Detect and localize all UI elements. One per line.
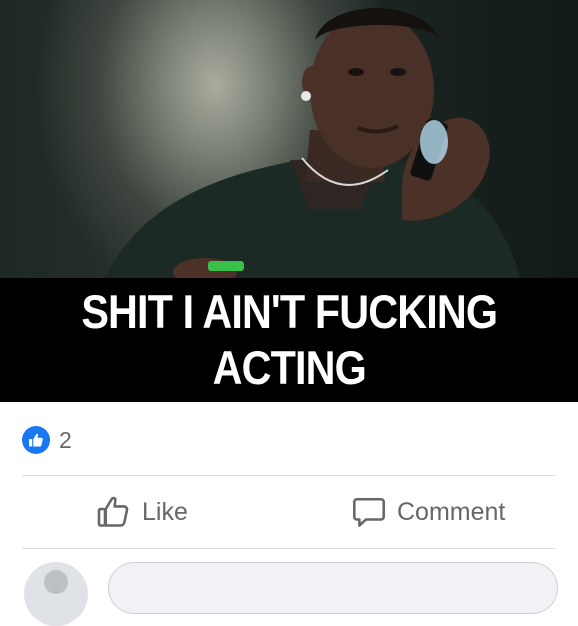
divider [22,548,556,549]
meme-photo[interactable] [0,0,578,278]
reaction-count: 2 [59,426,72,453]
comment-button-label: Comment [397,497,506,526]
comment-input[interactable] [108,562,558,614]
reaction-summary[interactable]: 2 [22,426,72,454]
comment-button[interactable]: Comment [351,492,505,532]
avatar[interactable] [24,562,88,626]
divider [22,475,556,476]
speech-bubble-icon [353,497,385,527]
like-button[interactable]: Like [96,492,188,532]
meme-photo-illustration [105,8,520,278]
like-button-label: Like [142,497,188,526]
meme-caption: SHIT I AIN'T FUCKING ACTING [81,285,498,394]
meme-caption-bar: SHIT I AIN'T FUCKING ACTING [0,278,578,402]
thumbs-up-icon [22,426,50,454]
thumbs-up-outline-icon [97,496,129,527]
